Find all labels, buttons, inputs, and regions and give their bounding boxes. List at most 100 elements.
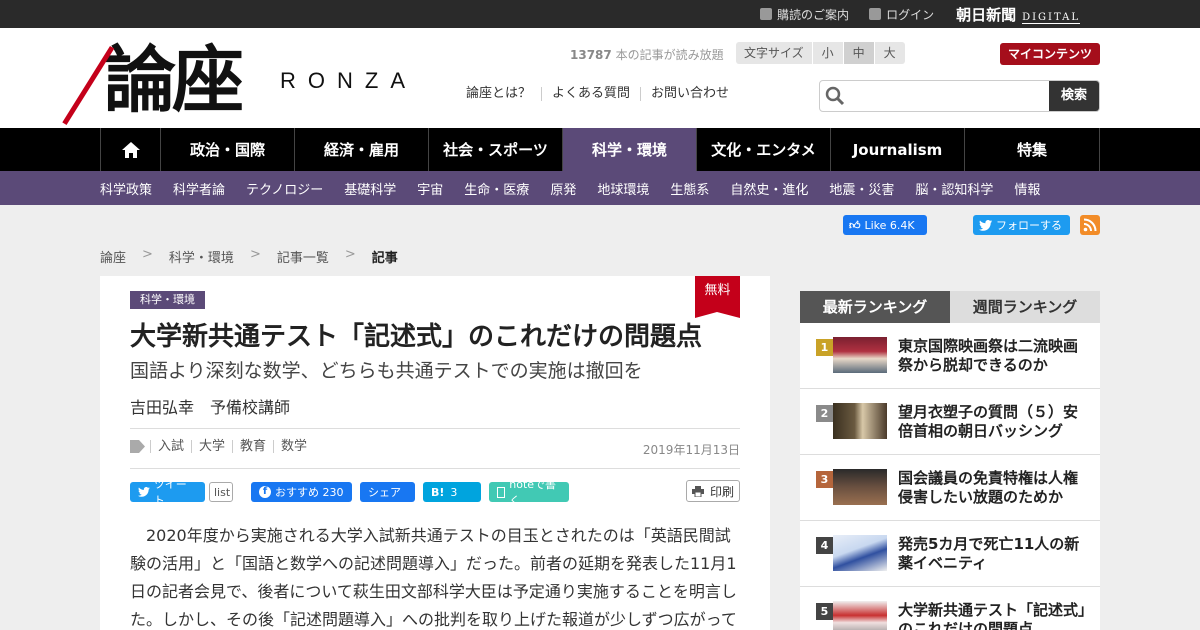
home-icon [121,141,140,158]
facebook-like-button[interactable]: 👍︎ Like 6.4K [843,215,927,235]
subnav-item[interactable]: 科学者論 [173,179,225,198]
lock-icon [869,8,882,20]
top-bar: 購読のご案内 ログイン 朝日新聞 DIGITAL [0,0,1200,28]
subnav-item[interactable]: 生態系 [670,179,709,198]
nav-culture[interactable]: 文化・エンタメ [697,128,831,171]
ranking-item[interactable]: 4 発売5カ月で死亡11人の新薬イベニティ [800,521,1100,587]
tag-icon [130,440,145,453]
font-size-medium[interactable]: 中 [842,42,874,64]
contact-link[interactable]: お問い合わせ [640,87,739,101]
header-tools: 13787 本の記事が読み放題 文字サイズ 小 中 大 マイコンテンツ 論座とは… [466,42,1100,122]
tag-link[interactable]: 入試 [150,440,191,453]
breadcrumb-separator: > [142,247,153,262]
subnav-item[interactable]: 情報 [1014,179,1040,198]
ranking-title: 望月衣塑子の質問（５）安倍首相の朝日バッシング [898,403,1079,440]
search-input[interactable] [850,81,1049,111]
print-button[interactable]: 印刷 [686,480,740,502]
tweet-button[interactable]: ツイート [130,478,205,507]
subnav-item[interactable]: 基礎科学 [344,179,396,198]
subnav-item[interactable]: 地震・災害 [829,179,894,198]
nav-features[interactable]: 特集 [965,128,1100,171]
breadcrumb-separator: > [249,247,261,262]
subnav-item[interactable]: テクノロジー [246,179,323,198]
twitter-follow-button[interactable]: フォローする [973,215,1070,235]
about-link[interactable]: 論座とは？ [456,87,541,101]
rank-number: 3 [816,471,833,488]
sub-nav: 科学政策 科学者論 テクノロジー 基礎科学 宇宙 生命・医療 原発 地球環境 生… [0,171,1200,205]
asahi-brand: 朝日新聞 [956,5,1017,24]
facebook-share-button[interactable]: シェア [360,482,415,502]
thumbnail-image [833,535,887,571]
search-button[interactable]: 検索 [1049,81,1099,111]
subscribe-label: 購読のご案内 [777,7,850,22]
subnav-item[interactable]: 脳・認知科学 [915,179,993,198]
ranking-item[interactable]: 5 大学新共通テスト「記述式」のこれだけの問題点 [800,587,1100,630]
article-date: 2019年11月13日 [642,443,740,457]
article-tags: 入試 大学 教育 数学 [130,440,314,453]
article-category[interactable]: 科学・環境 [130,291,205,309]
facebook-like-label: Like 6.4K [864,218,915,232]
subnav-item[interactable]: 原発 [550,179,576,198]
font-size-label: 文字サイズ [736,42,812,64]
breadcrumb-current: 記事 [371,251,398,266]
faq-link[interactable]: よくある質問 [541,87,640,101]
tag-link[interactable]: 大学 [191,440,232,453]
subnav-item[interactable]: 地球環境 [597,179,649,198]
breadcrumb-list[interactable]: 記事一覧 [277,247,329,266]
site-header: 論座 RONZA 13787 本の記事が読み放題 文字サイズ 小 中 大 マイコ… [0,28,1200,128]
facebook-recommend-label: おすすめ 230 [275,486,344,499]
nav-home[interactable] [100,128,161,171]
tab-weekly-ranking[interactable]: 週間ランキング [950,291,1100,323]
nav-society[interactable]: 社会・スポーツ [429,128,563,171]
article-author[interactable]: 吉田弘幸 予備校講師 [130,394,290,418]
subnav-item[interactable]: 科学政策 [100,179,152,198]
subnav-item[interactable]: 自然史・進化 [730,179,808,198]
login-label: ログイン [886,7,935,22]
ranking-item[interactable]: 2 望月衣塑子の質問（５）安倍首相の朝日バッシング [800,389,1100,455]
nav-journalism[interactable]: Journalism [831,128,965,171]
subnav-item[interactable]: 生命・医療 [464,179,529,198]
ranking-item[interactable]: 1 東京国際映画祭は二流映画祭から脱却できるのか [800,323,1100,389]
login-link[interactable]: ログイン [869,6,934,23]
nav-science[interactable]: 科学・環境 [563,128,697,171]
ranking-item[interactable]: 3 国会議員の免責特権は人権侵害したい放題のためか [800,455,1100,521]
ranking-tabs: 最新ランキング 週間ランキング [800,291,1100,323]
rank-number: 1 [816,339,833,356]
search-icon [820,81,850,111]
article-subtitle: 国語より深刻な数学、どちらも共通テストでの実施は撤回を [130,360,643,382]
nav-politics[interactable]: 政治・国際 [161,128,295,171]
thumbnail-image [833,403,887,439]
subscribe-link[interactable]: 購読のご案内 [760,6,849,23]
article-body: 2020年度から実施される大学入試新共通テストの目玉とされたのは「英語民間試験の… [130,526,737,629]
twitter-bird-icon [979,219,992,231]
print-label: 印刷 [709,484,734,499]
tab-latest-ranking[interactable]: 最新ランキング [800,291,950,323]
logo-kanji: 論座 [104,37,244,122]
note-button[interactable]: noteで書く [489,478,569,507]
hatena-icon: B! [431,485,445,499]
twitter-list-button[interactable]: list [209,482,233,502]
my-contents-button[interactable]: マイコンテンツ [999,43,1100,65]
font-size-small[interactable]: 小 [811,42,843,64]
breadcrumb-category[interactable]: 科学・環境 [169,247,234,266]
thumbnail-image [833,337,887,373]
asahi-digital-logo[interactable]: 朝日新聞 DIGITAL [956,4,1080,25]
divider [130,428,740,429]
facebook-recommend-button[interactable]: f おすすめ 230 [251,482,352,502]
ranking-panel: 最新ランキング 週間ランキング 1 東京国際映画祭は二流映画祭から脱却できるのか… [800,291,1100,630]
breadcrumb-separator: > [344,247,356,262]
subnav-item[interactable]: 宇宙 [417,179,443,198]
tag-link[interactable]: 教育 [232,440,273,453]
nav-economy[interactable]: 経済・雇用 [295,128,429,171]
article-card: 無料 科学・環境 大学新共通テスト「記述式」のこれだけの問題点 国語より深刻な数… [100,276,770,630]
hatena-bookmark-button[interactable]: B! 3 [423,482,481,502]
font-size-large[interactable]: 大 [873,42,905,64]
main-nav: 政治・国際 経済・雇用 社会・スポーツ 科学・環境 文化・エンタメ Journa… [0,128,1200,171]
breadcrumb-home[interactable]: 論座 [100,247,126,266]
note-label: noteで書く [509,478,557,507]
free-badge: 無料 [695,276,740,318]
ronza-logo[interactable]: 論座 RONZA [62,36,444,125]
thumbs-up-icon: 👍︎ [849,218,861,232]
rss-icon[interactable] [1080,215,1100,235]
tag-link[interactable]: 数学 [273,440,314,453]
